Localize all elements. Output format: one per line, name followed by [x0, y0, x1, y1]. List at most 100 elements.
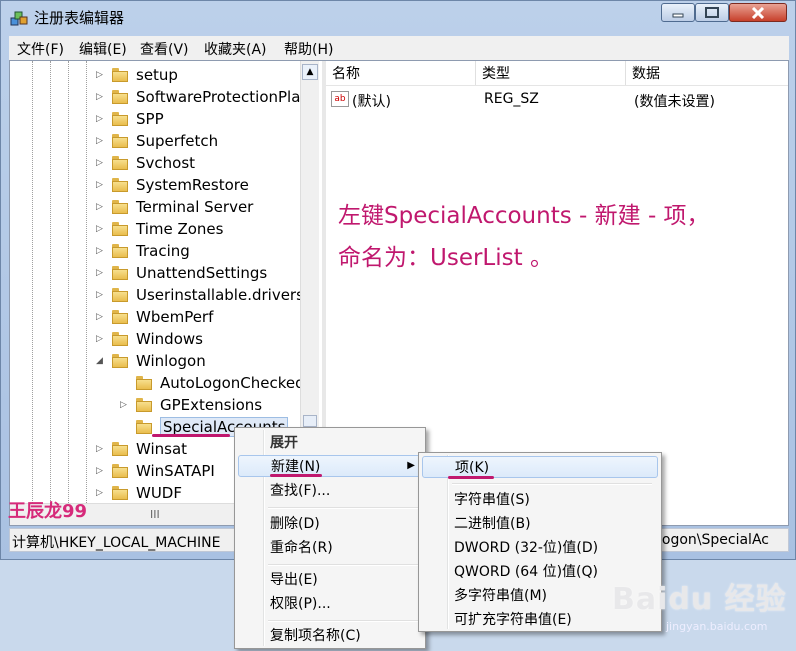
tree-node[interactable]: ▷ WinSATAPI: [96, 460, 215, 482]
tree-guide-line: [50, 61, 52, 525]
scroll-up-icon[interactable]: ▲: [302, 64, 318, 80]
collapsed-arrow-icon[interactable]: ▷: [96, 246, 106, 256]
tree-node-label: SystemRestore: [136, 176, 249, 194]
menu-item-new-label: 新建(N): [271, 459, 321, 475]
tree-node-label: setup: [136, 66, 178, 84]
annotation-line-1: 左键SpecialAccounts - 新建 - 项，: [338, 203, 710, 229]
folder-icon: [136, 420, 152, 434]
menu-item-expand[interactable]: 展开: [238, 431, 422, 453]
collapsed-arrow-icon[interactable]: ▷: [96, 488, 106, 498]
submenu-item-key[interactable]: 项(K): [422, 456, 658, 478]
folder-icon: [112, 134, 128, 148]
row-name: (默认): [352, 94, 391, 110]
submenu-item-string[interactable]: 字符串值(S): [422, 488, 658, 510]
collapsed-arrow-icon[interactable]: ▷: [96, 202, 106, 212]
collapsed-arrow-icon[interactable]: ▷: [96, 312, 106, 322]
tree-node-label: WUDF: [136, 484, 182, 502]
column-data[interactable]: 数据: [626, 61, 788, 85]
tree-node-label: SPP: [136, 110, 164, 128]
menu-item-export[interactable]: 导出(E): [238, 568, 422, 590]
menu-favorites[interactable]: 收藏夹(A): [204, 39, 267, 59]
baidu-url-watermark: jingyan.baidu.com: [666, 620, 768, 633]
minimize-icon: [672, 13, 684, 17]
annotation-underline: [152, 434, 230, 437]
submenu-item-dword[interactable]: DWORD (32-位)值(D): [422, 536, 658, 558]
expanded-arrow-icon[interactable]: ◢: [96, 356, 106, 366]
collapsed-arrow-icon[interactable]: ▷: [96, 158, 106, 168]
maximize-button[interactable]: [695, 3, 729, 22]
title-bar[interactable]: 注册表编辑器: [1, 1, 796, 35]
menu-file[interactable]: 文件(F): [17, 39, 64, 59]
row-type: REG_SZ: [484, 91, 539, 107]
tree-node[interactable]: ▷ Superfetch: [96, 130, 218, 152]
collapsed-arrow-icon[interactable]: ▷: [96, 224, 106, 234]
collapsed-arrow-icon[interactable]: ▷: [96, 92, 106, 102]
folder-icon: [112, 156, 128, 170]
tree-node[interactable]: ▷ Time Zones: [96, 218, 223, 240]
tree-node[interactable]: ▷ SPP: [96, 108, 164, 130]
column-type[interactable]: 类型: [476, 61, 626, 85]
collapsed-arrow-icon[interactable]: ▷: [96, 180, 106, 190]
tree-node[interactable]: ▷ setup: [96, 64, 178, 86]
collapsed-arrow-icon[interactable]: ▷: [96, 334, 106, 344]
annotation-underline: [448, 476, 494, 479]
tree-node[interactable]: ▷ Windows: [96, 328, 203, 350]
menu-item-copy-key-name[interactable]: 复制项名称(C): [238, 624, 422, 646]
string-value-icon: ab: [331, 91, 349, 107]
menu-item-rename[interactable]: 重命名(R): [238, 536, 422, 558]
tree-node-label: Svchost: [136, 154, 196, 172]
list-row[interactable]: ab (默认) REG_SZ (数值未设置): [326, 89, 788, 111]
submenu-arrow-icon: ▶: [407, 460, 415, 471]
tree-node[interactable]: ▷ GPExtensions: [120, 394, 262, 416]
tree-node-label: WinSATAPI: [136, 462, 215, 480]
menu-view[interactable]: 查看(V): [140, 39, 189, 59]
tree-node[interactable]: AutoLogonChecked: [120, 372, 305, 394]
status-path: 计算机\HKEY_LOCAL_MACHINE: [12, 535, 221, 551]
tree-node[interactable]: ▷ Svchost: [96, 152, 195, 174]
tree-node-label: AutoLogonChecked: [160, 374, 305, 392]
collapsed-arrow-icon[interactable]: ▷: [96, 444, 106, 454]
column-name[interactable]: 名称: [326, 61, 476, 85]
tree-node[interactable]: ▷ Terminal Server: [96, 196, 253, 218]
menu-item-delete[interactable]: 删除(D): [238, 512, 422, 534]
collapsed-arrow-icon[interactable]: ▷: [96, 114, 106, 124]
collapsed-arrow-icon[interactable]: ▷: [96, 290, 106, 300]
tree-guide-line: [32, 61, 34, 525]
menu-item-find[interactable]: 查找(F)...: [238, 479, 422, 501]
tree-node-label: Winlogon: [136, 352, 206, 370]
tree-node-label: Time Zones: [136, 220, 224, 238]
folder-icon: [112, 310, 128, 324]
collapsed-arrow-icon[interactable]: ▷: [120, 400, 130, 410]
collapsed-arrow-icon[interactable]: ▷: [96, 466, 106, 476]
menu-help[interactable]: 帮助(H): [284, 39, 333, 59]
minimize-button[interactable]: [661, 3, 695, 22]
tree-node[interactable]: ▷ WbemPerf: [96, 306, 213, 328]
menu-edit[interactable]: 编辑(E): [79, 39, 127, 59]
collapsed-arrow-icon[interactable]: ▷: [96, 70, 106, 80]
tree-node[interactable]: ▷ WUDF: [96, 482, 182, 504]
tree-node[interactable]: ▷ Userinstallable.drivers: [96, 284, 304, 306]
tree-node[interactable]: ▷ Tracing: [96, 240, 190, 262]
tree-node[interactable]: ▷ SoftwareProtectionPla: [96, 86, 300, 108]
context-menu: 展开 新建(N) ▶ 查找(F)... 删除(D) 重命名(R) 导出(E) 权…: [234, 427, 426, 649]
menu-item-permissions[interactable]: 权限(P)...: [238, 592, 422, 614]
folder-icon: [112, 200, 128, 214]
menu-separator: [268, 620, 418, 622]
menu-item-new[interactable]: 新建(N) ▶: [238, 455, 422, 477]
tree-node[interactable]: ◢ Winlogon: [96, 350, 206, 372]
tree-node-label: Userinstallable.drivers: [136, 286, 304, 304]
tree-node-label: Tracing: [136, 242, 190, 260]
submenu-item-binary[interactable]: 二进制值(B): [422, 512, 658, 534]
collapsed-arrow-icon[interactable]: ▷: [96, 268, 106, 278]
scroll-thumb[interactable]: [303, 415, 317, 427]
close-button[interactable]: [729, 3, 787, 22]
collapsed-arrow-icon[interactable]: ▷: [96, 136, 106, 146]
annotation-line-2: 命名为：UserList 。: [338, 245, 553, 271]
menu-separator: [268, 564, 418, 566]
tree-node[interactable]: ▷ SystemRestore: [96, 174, 249, 196]
regedit-icon: [10, 11, 28, 26]
tree-node[interactable]: ▷ Winsat: [96, 438, 187, 460]
tree-guide-line: [86, 61, 88, 525]
tree-node[interactable]: ▷ UnattendSettings: [96, 262, 267, 284]
folder-icon: [112, 90, 128, 104]
